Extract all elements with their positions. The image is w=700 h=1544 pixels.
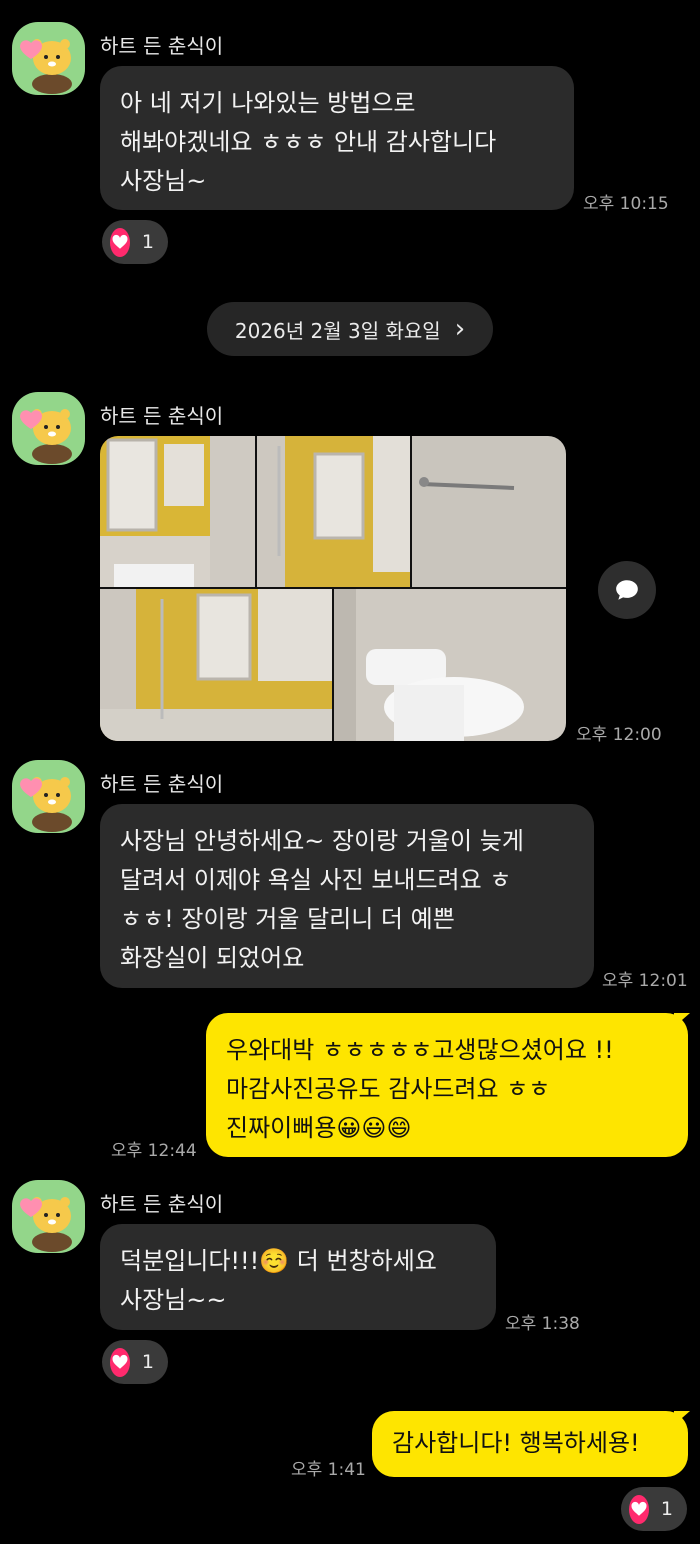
- choonsik-avatar-icon: [20, 1197, 72, 1252]
- bathroom-photo[interactable]: [412, 436, 566, 587]
- bubble-tail: [674, 1411, 690, 1425]
- message-time: 오후 12:00: [576, 725, 662, 745]
- sender-name: 하트 든 춘식이: [100, 404, 224, 428]
- photo-album[interactable]: [100, 436, 566, 741]
- reaction-badge[interactable]: 1: [102, 1340, 168, 1384]
- sender-name: 하트 든 춘식이: [100, 1192, 224, 1216]
- chevron-right-icon: ›: [454, 314, 466, 344]
- bathroom-photo[interactable]: [100, 589, 332, 741]
- message-bubble[interactable]: 사장님 안녕하세요~ 장이랑 거울이 늦게 달려서 이제야 욕실 사진 보내드려…: [100, 804, 594, 988]
- message-time: 오후 12:44: [111, 1141, 197, 1161]
- heart-icon: [629, 1494, 649, 1524]
- choonsik-avatar-icon: [20, 39, 72, 94]
- date-label: 2026년 2월 3일 화요일: [234, 318, 441, 343]
- reaction-count: 1: [141, 231, 154, 253]
- comment-button[interactable]: [598, 561, 656, 619]
- reaction-count: 1: [660, 1498, 673, 1520]
- sender-name: 하트 든 춘식이: [100, 772, 224, 796]
- sender-avatar[interactable]: [12, 760, 85, 833]
- speech-bubble-icon: [616, 580, 638, 600]
- bathroom-photo[interactable]: [100, 436, 255, 587]
- message-time: 오후 1:41: [291, 1460, 366, 1480]
- message-time: 오후 1:38: [505, 1314, 580, 1334]
- heart-icon: [110, 227, 130, 257]
- sender-avatar[interactable]: [12, 22, 85, 95]
- message-time: 오후 12:01: [602, 971, 688, 991]
- sender-avatar[interactable]: [12, 1180, 85, 1253]
- reaction-badge[interactable]: 1: [621, 1487, 687, 1531]
- bathroom-photo[interactable]: [334, 589, 566, 741]
- sender-avatar[interactable]: [12, 392, 85, 465]
- bubble-tail: [674, 1013, 690, 1027]
- message-bubble[interactable]: 우와대박 ㅎㅎㅎㅎㅎ고생많으셨어요 !! 마감사진공유도 감사드려요 ㅎㅎ 진짜…: [206, 1013, 688, 1157]
- message-bubble[interactable]: 감사합니다! 행복하세용!: [372, 1411, 688, 1477]
- choonsik-avatar-icon: [20, 777, 72, 832]
- reaction-badge[interactable]: 1: [102, 220, 168, 264]
- sender-name: 하트 든 춘식이: [100, 34, 224, 58]
- bathroom-photo[interactable]: [257, 436, 410, 587]
- message-time: 오후 10:15: [583, 194, 669, 214]
- date-divider[interactable]: 2026년 2월 3일 화요일 ›: [207, 302, 493, 356]
- heart-icon: [110, 1347, 130, 1377]
- message-bubble[interactable]: 덕분입니다!!!☺️ 더 번창하세요 사장님~~: [100, 1224, 496, 1330]
- reaction-count: 1: [141, 1351, 154, 1373]
- choonsik-avatar-icon: [20, 409, 72, 464]
- message-bubble[interactable]: 아 네 저기 나와있는 방법으로 해봐야겠네요 ㅎㅎㅎ 안내 감사합니다 사장님…: [100, 66, 574, 210]
